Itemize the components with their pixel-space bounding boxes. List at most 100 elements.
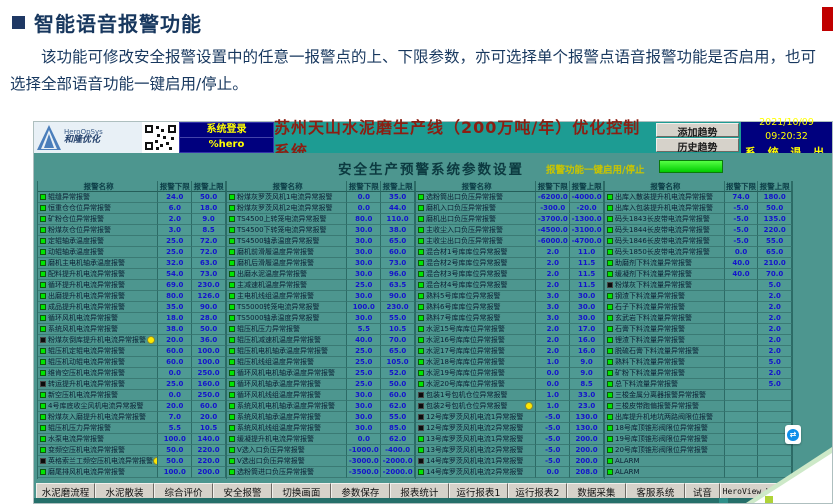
voice-on-indicator[interactable]: [40, 271, 46, 277]
alarm-high-field[interactable]: 8.5: [570, 379, 604, 390]
alarm-high-field[interactable]: 100.0: [192, 357, 226, 368]
alarm-low-field[interactable]: 50.0: [158, 456, 192, 467]
alarm-high-field[interactable]: 62.0: [381, 401, 415, 412]
alarm-low-field[interactable]: 80.0: [158, 291, 192, 302]
voice-on-indicator[interactable]: [40, 282, 46, 288]
alarm-high-field[interactable]: 200.0: [192, 467, 226, 478]
voice-on-indicator[interactable]: [607, 403, 613, 409]
voice-on-indicator[interactable]: [607, 458, 613, 464]
alarm-low-field[interactable]: 35.0: [158, 302, 192, 313]
alarm-high-field[interactable]: 50.0: [381, 379, 415, 390]
alarm-high-field[interactable]: -400.0: [381, 445, 415, 456]
alarm-low-field[interactable]: 1.0: [536, 357, 570, 368]
alarm-low-field[interactable]: 25.0: [347, 357, 381, 368]
alarm-high-field[interactable]: 130.0: [570, 423, 604, 434]
alarm-low-field[interactable]: 40.0: [725, 269, 759, 280]
alarm-low-field[interactable]: 69.0: [158, 280, 192, 291]
voice-on-indicator[interactable]: [40, 293, 46, 299]
alarm-low-field[interactable]: -5.0: [725, 236, 759, 247]
voice-on-indicator[interactable]: [607, 238, 613, 244]
alarm-low-field[interactable]: [725, 335, 759, 346]
alarm-low-field[interactable]: 18.0: [158, 313, 192, 324]
voice-on-indicator[interactable]: [418, 381, 424, 387]
alarm-high-field[interactable]: 30.0: [570, 302, 604, 313]
alarm-high-field[interactable]: 9.0: [570, 368, 604, 379]
alarm-low-field[interactable]: [725, 302, 759, 313]
voice-on-indicator[interactable]: [607, 359, 613, 365]
alarm-high-field[interactable]: 52.0: [381, 368, 415, 379]
alarm-low-field[interactable]: 3.0: [536, 313, 570, 324]
alarm-low-field[interactable]: 30.0: [347, 269, 381, 280]
alarm-low-field[interactable]: -5.0: [725, 214, 759, 225]
voice-on-indicator[interactable]: [40, 304, 46, 310]
voice-on-indicator[interactable]: [418, 436, 424, 442]
alarm-low-field[interactable]: [725, 401, 759, 412]
voice-off-indicator[interactable]: [40, 458, 46, 464]
alarm-low-field[interactable]: 5.5: [347, 324, 381, 335]
voice-on-indicator[interactable]: [607, 348, 613, 354]
alarm-high-field[interactable]: 230.0: [192, 280, 226, 291]
alarm-low-field[interactable]: 0.0: [347, 192, 381, 203]
alarm-high-field[interactable]: 9.0: [192, 214, 226, 225]
voice-on-indicator[interactable]: [607, 436, 613, 442]
alarm-high-field[interactable]: 11.5: [570, 280, 604, 291]
voice-on-indicator[interactable]: [418, 194, 424, 200]
voice-on-indicator[interactable]: [607, 414, 613, 420]
alarm-high-field[interactable]: 250.0: [192, 368, 226, 379]
alarm-low-field[interactable]: 25.0: [158, 379, 192, 390]
alarm-low-field[interactable]: 2.0: [158, 214, 192, 225]
alarm-high-field[interactable]: -3100.0: [570, 225, 604, 236]
alarm-high-field[interactable]: 2.0: [758, 335, 792, 346]
alarm-low-field[interactable]: 30.0: [347, 258, 381, 269]
alarm-high-field[interactable]: 85.0: [381, 423, 415, 434]
alarm-high-field[interactable]: 50.0: [192, 324, 226, 335]
voice-on-indicator[interactable]: [607, 194, 613, 200]
voice-on-indicator[interactable]: [607, 216, 613, 222]
add-trend-button[interactable]: 添加趋势: [656, 123, 739, 137]
alarm-high-field[interactable]: 38.0: [381, 225, 415, 236]
voice-on-indicator[interactable]: [229, 315, 235, 321]
voice-on-indicator[interactable]: [40, 216, 46, 222]
alarm-high-field[interactable]: 220.0: [758, 225, 792, 236]
alarm-low-field[interactable]: [725, 346, 759, 357]
voice-on-indicator[interactable]: [607, 370, 613, 376]
alarm-low-field[interactable]: 100.0: [158, 434, 192, 445]
voice-off-indicator[interactable]: [418, 425, 424, 431]
alarm-low-field[interactable]: 2.0: [536, 258, 570, 269]
voice-on-indicator[interactable]: [40, 359, 46, 365]
alarm-low-field[interactable]: 7.0: [158, 412, 192, 423]
voice-on-indicator[interactable]: [229, 194, 235, 200]
alarm-low-field[interactable]: -4500.0: [536, 225, 570, 236]
voice-on-indicator[interactable]: [607, 205, 613, 211]
voice-on-indicator[interactable]: [40, 348, 46, 354]
alarm-low-field[interactable]: 32.0: [158, 258, 192, 269]
alarm-high-field[interactable]: 210.0: [758, 258, 792, 269]
alarm-low-field[interactable]: 0.0: [347, 434, 381, 445]
voice-on-indicator[interactable]: [229, 425, 235, 431]
alarm-low-field[interactable]: 30.0: [347, 225, 381, 236]
alarm-low-field[interactable]: 6.0: [158, 203, 192, 214]
voice-on-indicator[interactable]: [40, 447, 46, 453]
alarm-high-field[interactable]: 72.0: [192, 247, 226, 258]
voice-on-indicator[interactable]: [40, 315, 46, 321]
alarm-low-field[interactable]: -6200.0: [536, 192, 570, 203]
alarm-high-field[interactable]: 16.0: [570, 346, 604, 357]
alarm-high-field[interactable]: [758, 390, 792, 401]
alarm-high-field[interactable]: 105.0: [381, 357, 415, 368]
voice-off-indicator[interactable]: [418, 392, 424, 398]
voice-on-indicator[interactable]: [418, 205, 424, 211]
alarm-low-field[interactable]: -3700.0: [536, 214, 570, 225]
alarm-low-field[interactable]: 25.0: [347, 368, 381, 379]
alarm-low-field[interactable]: 0.0: [158, 368, 192, 379]
voice-on-indicator[interactable]: [229, 392, 235, 398]
alarm-low-field[interactable]: 2.0: [536, 346, 570, 357]
alarm-low-field[interactable]: [725, 280, 759, 291]
alarm-high-field[interactable]: 30.0: [570, 291, 604, 302]
alarm-low-field[interactable]: [725, 412, 759, 423]
voice-on-indicator[interactable]: [40, 326, 46, 332]
alarm-high-field[interactable]: 50.0: [758, 203, 792, 214]
alarm-low-field[interactable]: [725, 423, 759, 434]
alarm-low-field[interactable]: 2.0: [536, 269, 570, 280]
alarm-low-field[interactable]: 25.0: [158, 247, 192, 258]
voice-on-indicator[interactable]: [229, 403, 235, 409]
